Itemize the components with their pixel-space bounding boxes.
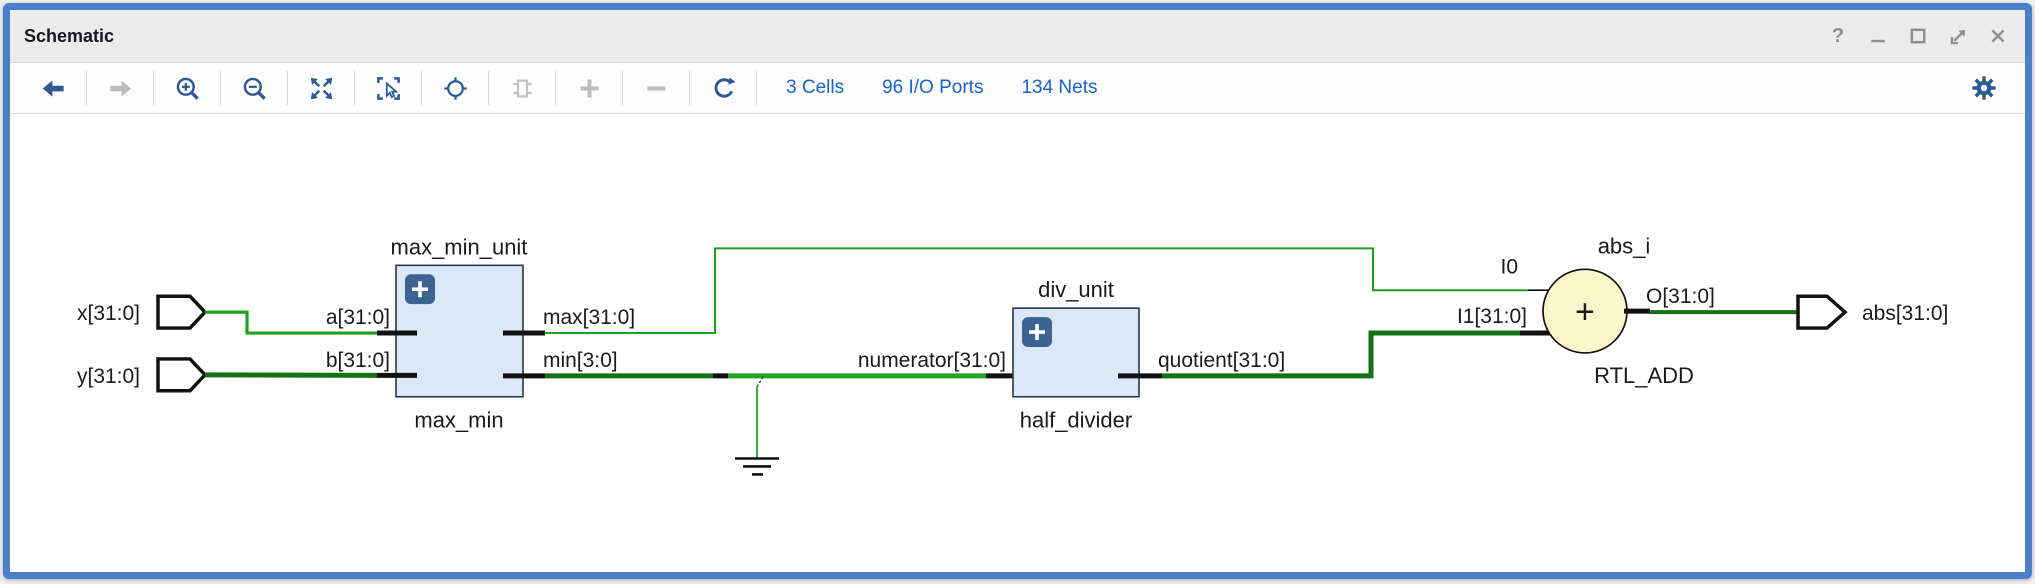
window-controls: ?: [1825, 23, 2011, 49]
input-port-x-label: x[31:0]: [77, 302, 140, 325]
regenerate-layout-button[interactable]: [700, 67, 746, 109]
pin-a-label: a[31:0]: [326, 306, 390, 329]
help-icon[interactable]: ?: [1825, 23, 1851, 49]
pin-i0-label: I0: [1500, 255, 1518, 278]
nets-count-link[interactable]: 134 Nets: [1021, 77, 1097, 99]
zoom-to-selection-icon: [375, 75, 402, 102]
pin-quotient-label: quotient[31:0]: [1158, 349, 1285, 372]
zoom-fit-icon: [308, 75, 335, 102]
pin-min-label: min[3:0]: [543, 349, 618, 372]
input-port-x-symbol[interactable]: [158, 296, 205, 328]
toolbar-separator: [622, 71, 623, 105]
refresh-icon: [710, 75, 737, 102]
ground-symbol[interactable]: [735, 377, 779, 475]
toolbar-separator: [86, 71, 87, 105]
back-arrow-icon: [40, 75, 67, 102]
toolbar-separator: [421, 71, 422, 105]
schematic-window: Schematic ?: [3, 3, 2032, 579]
cell-abs-instance-label: abs_i: [1598, 233, 1651, 258]
output-port-abs-symbol[interactable]: [1798, 296, 1845, 328]
plus-icon: [576, 75, 603, 102]
cell-div-instance-label: div_unit: [1038, 277, 1114, 302]
toolbar-separator: [756, 71, 757, 105]
cell-maxmin-instance-label: max_min_unit: [391, 234, 528, 259]
toolbar-separator: [153, 71, 154, 105]
expand-cell-button[interactable]: [499, 67, 545, 109]
gear-icon: [1970, 74, 1998, 102]
cells-count-link[interactable]: 3 Cells: [786, 77, 844, 99]
zoom-out-button[interactable]: [231, 67, 277, 109]
toolbar-separator: [354, 71, 355, 105]
back-button[interactable]: [30, 67, 76, 109]
window-title: Schematic: [24, 26, 114, 47]
minimize-icon[interactable]: [1865, 23, 1891, 49]
float-icon[interactable]: [1945, 23, 1971, 49]
maximize-icon[interactable]: [1905, 23, 1931, 49]
zoom-in-button[interactable]: [164, 67, 210, 109]
toolbar: 3 Cells 96 I/O Ports 134 Nets: [10, 63, 2025, 114]
cell-maxmin-module-label: max_min: [414, 408, 503, 433]
zoom-in-icon: [174, 75, 201, 102]
close-icon[interactable]: [1985, 23, 2011, 49]
toolbar-separator: [488, 71, 489, 105]
pin-o-label: O[31:0]: [1646, 285, 1715, 308]
forward-arrow-icon: [107, 75, 134, 102]
settings-button[interactable]: [1961, 67, 2007, 109]
toolbar-separator: [220, 71, 221, 105]
autofit-selection-button[interactable]: [432, 67, 478, 109]
pin-b-label: b[31:0]: [326, 349, 390, 372]
forward-button[interactable]: [97, 67, 143, 109]
expand-button[interactable]: [566, 67, 612, 109]
zoom-fit-button[interactable]: [298, 67, 344, 109]
zoom-out-icon: [241, 75, 268, 102]
io-ports-count-link[interactable]: 96 I/O Ports: [882, 77, 983, 99]
schematic-canvas[interactable]: x[31:0] y[31:0] max_min_unit max_min a[3…: [10, 114, 2025, 572]
pin-i1-label: I1[31:0]: [1457, 305, 1527, 328]
collapse-button[interactable]: [633, 67, 679, 109]
pin-max-label: max[31:0]: [543, 306, 635, 329]
toolbar-separator: [287, 71, 288, 105]
toolbar-separator: [555, 71, 556, 105]
pin-numerator-label: numerator[31:0]: [858, 349, 1006, 372]
output-port-abs-label: abs[31:0]: [1862, 302, 1948, 325]
adder-operator: +: [1575, 293, 1595, 331]
zoom-to-selection-button[interactable]: [365, 67, 411, 109]
title-bar: Schematic ?: [10, 10, 2025, 63]
input-port-y-symbol[interactable]: [158, 359, 205, 391]
input-port-y-label: y[31:0]: [77, 365, 140, 388]
cell-div-module-label: half_divider: [1020, 408, 1132, 433]
toolbar-separator: [689, 71, 690, 105]
autofit-selection-icon: [442, 75, 469, 102]
minus-icon: [643, 75, 670, 102]
cell-abs-module-label: RTL_ADD: [1594, 363, 1694, 388]
expand-cell-icon: [509, 75, 536, 102]
